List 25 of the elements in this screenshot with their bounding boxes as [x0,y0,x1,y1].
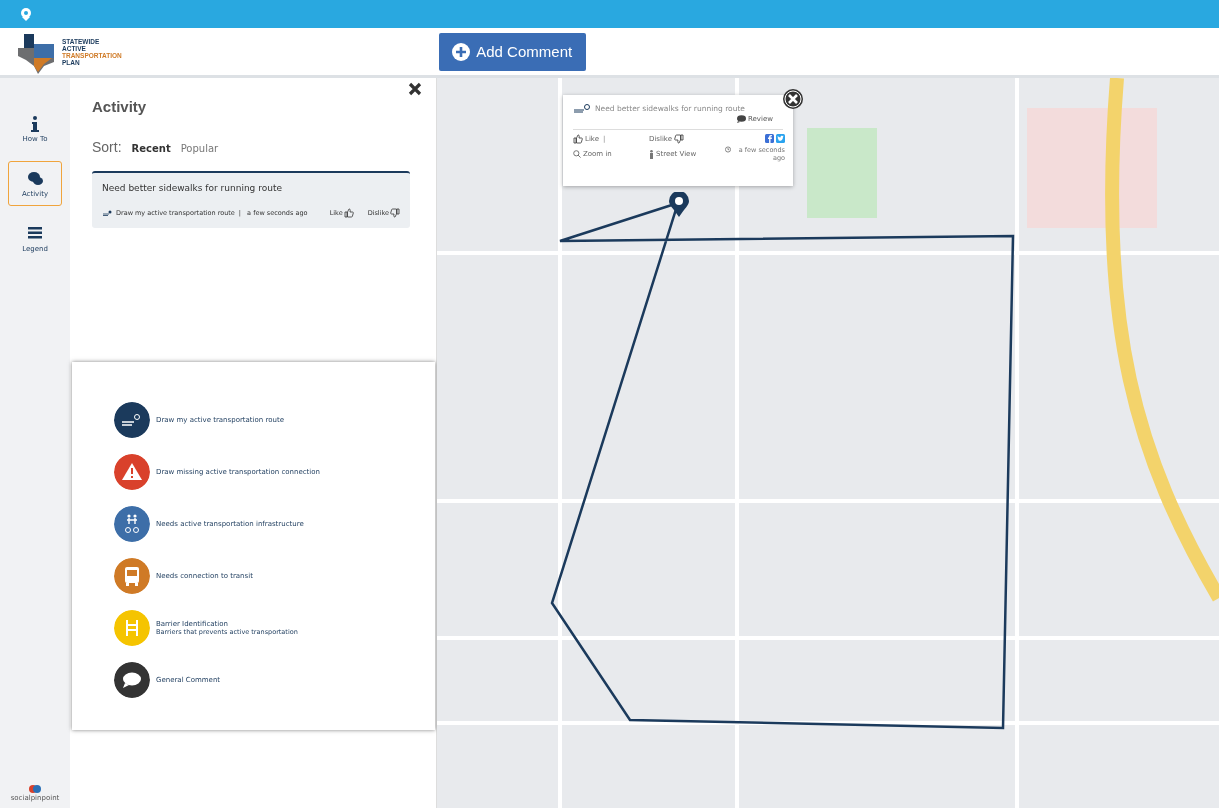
person-icon [649,149,654,159]
thumbs-up-icon [343,208,354,218]
clock-icon [725,146,731,153]
sort-tab[interactable]: Popular [180,143,219,154]
plus-icon [452,42,471,61]
comment-text: Need better sidewalks for running route [102,183,283,193]
route-icon [102,210,112,216]
map-pin-icon[interactable] [669,192,689,218]
sort-tab[interactable]: Recent [131,143,171,154]
close-icon[interactable] [408,82,422,96]
sort-label: Sort: [92,139,122,155]
thumbs-down-icon [390,208,400,218]
facebook-icon[interactable] [765,134,774,143]
pinpoint-logo-icon [28,784,42,794]
add-comment-button[interactable]: Add Comment [438,32,586,71]
chat-bubbles-icon [27,169,43,187]
panel-title: Activity [92,98,148,115]
zoom-in-icon [573,150,581,158]
route-icon [573,103,591,113]
list-icon [27,224,43,242]
speech-bubble-icon [737,115,746,123]
thumbs-up-icon [573,134,583,144]
thumbs-down-icon [674,134,684,144]
twitter-icon[interactable] [776,134,785,143]
pin-logo-icon [18,7,34,21]
